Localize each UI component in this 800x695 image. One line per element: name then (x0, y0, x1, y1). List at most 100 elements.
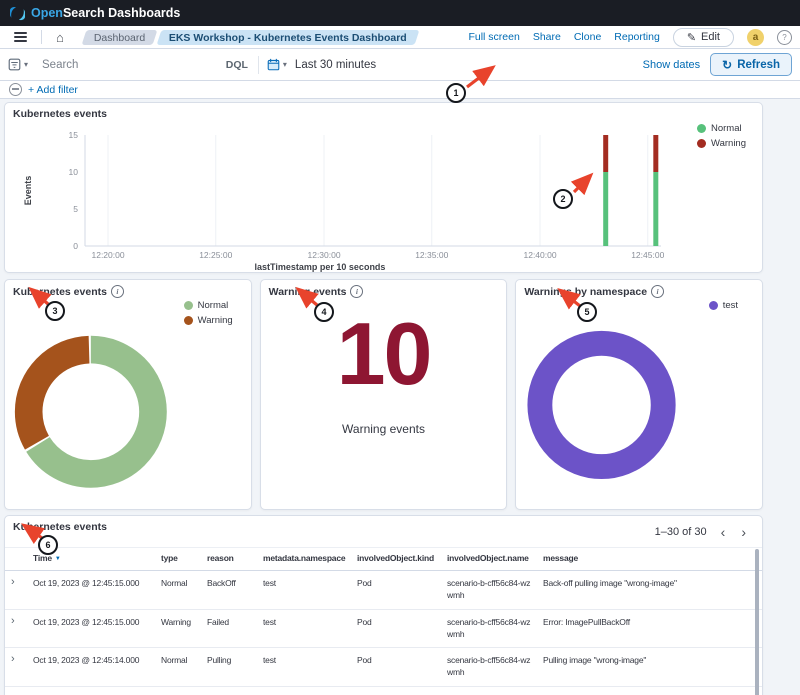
breadcrumb-current-dashboard[interactable]: EKS Workshop - Kubernetes Events Dashboa… (157, 30, 420, 45)
cell-reason: Failed (205, 610, 257, 636)
annotation-circle-6: 6 (38, 535, 58, 555)
chevron-right-icon[interactable]: › (739, 525, 748, 539)
menu-button[interactable] (8, 28, 33, 46)
home-icon: ⌂ (56, 31, 64, 44)
column-header-type[interactable]: type (159, 548, 201, 570)
cell-type: Warning (159, 610, 201, 636)
legend-label: Normal (198, 300, 229, 311)
opensearch-logo[interactable]: OpenSearch Dashboards (10, 6, 180, 21)
cell-message: Error: ImagePullBackOff (541, 610, 756, 636)
brand-text: OpenSearch Dashboards (31, 6, 180, 20)
legend-item[interactable]: Warning (184, 315, 233, 326)
column-header-involvedobject-name[interactable]: involvedObject.name (445, 548, 537, 570)
edit-button[interactable]: ✎ Edit (673, 28, 734, 47)
legend-item[interactable]: test (709, 300, 738, 311)
time-range-value[interactable]: Last 30 minutes (295, 59, 475, 71)
legend-dot-icon (697, 139, 706, 148)
legend-item[interactable]: Warning (697, 138, 746, 149)
cell-kind: Pod (355, 648, 441, 674)
refresh-button[interactable]: ↻ Refresh (710, 53, 792, 76)
help-icon[interactable]: ? (777, 30, 792, 45)
legend-dot-icon (709, 301, 718, 310)
home-button[interactable]: ⌂ (50, 29, 70, 46)
cell-reason: Pulling (205, 648, 257, 674)
middle-row: Kubernetes events i Normal Warning Warnin… (4, 279, 763, 510)
panel-title[interactable]: Kubernetes events i (13, 285, 124, 298)
legend-dot-icon (184, 316, 193, 325)
svg-text:12:35:00: 12:35:00 (415, 250, 448, 260)
legend-label: Warning (198, 315, 233, 326)
panel-warning-events-metric: Warning events i 10 Warning events (260, 279, 508, 510)
opensearch-dashboards-app: OpenSearch Dashboards ⌂ Dashboard EKS Wo… (0, 0, 800, 695)
annotation-circle-4: 4 (314, 302, 334, 322)
svg-text:0: 0 (73, 241, 78, 251)
svg-text:10: 10 (69, 167, 79, 177)
query-language-button[interactable]: DQL (216, 59, 258, 71)
namespace-donut-chart[interactable] (516, 280, 762, 509)
avatar[interactable]: a (747, 29, 764, 46)
row-expand-button[interactable]: › (7, 648, 27, 665)
opensearch-logo-icon (10, 6, 25, 21)
legend-dot-icon (697, 124, 706, 133)
legend-item[interactable]: Normal (184, 300, 233, 311)
cell-namespace: test (261, 687, 351, 695)
chevron-left-icon[interactable]: ‹ (719, 525, 728, 539)
reporting-link[interactable]: Reporting (614, 31, 660, 43)
cell-kind: Pod (355, 571, 441, 597)
svg-text:12:25:00: 12:25:00 (199, 250, 232, 260)
brand-dashboards: Dashboards (108, 6, 180, 20)
cell-time: Oct 19, 2023 @ 12:45:14.000 (31, 687, 155, 695)
cell-reason: BackOff (205, 571, 257, 597)
panel-title[interactable]: Kubernetes events (13, 521, 107, 533)
cell-objname: scenario-b-cff56c84-wzwmh (445, 571, 537, 609)
column-header-reason[interactable]: reason (205, 548, 257, 570)
cell-objname: scenario-b-cff56c84-wzwmh (445, 687, 537, 695)
search-input[interactable] (36, 59, 216, 71)
panel-kubernetes-events-table: Kubernetes events 1–30 of 30 ‹ › Time▼ty… (4, 515, 763, 695)
breadcrumb-dashboard[interactable]: Dashboard (81, 30, 157, 45)
cell-type: Normal (159, 571, 201, 597)
share-link[interactable]: Share (533, 31, 561, 43)
chevron-down-icon: ▾ (24, 60, 28, 69)
column-header-metadata-namespace[interactable]: metadata.namespace (261, 548, 351, 570)
saved-query-menu-button[interactable]: ▾ (8, 58, 36, 71)
filter-options-icon[interactable] (9, 83, 22, 96)
column-header-involvedobject-kind[interactable]: involvedObject.kind (355, 548, 441, 570)
expand-column-spacer (7, 548, 27, 558)
row-expand-button[interactable]: › (7, 687, 27, 695)
annotation-circle-5: 5 (577, 302, 597, 322)
events-histogram-chart[interactable]: 12:20:0012:25:0012:30:0012:35:0012:40:00… (5, 121, 764, 273)
cell-message: Pulling image "wrong-image" (541, 648, 756, 674)
row-expand-button[interactable]: › (7, 571, 27, 588)
pagination-range: 1–30 of 30 (655, 526, 707, 538)
cell-namespace: test (261, 648, 351, 674)
brand-open: Open (31, 6, 63, 20)
panel-title[interactable]: Warnings by namespace i (524, 285, 664, 298)
full-screen-link[interactable]: Full screen (468, 31, 519, 43)
refresh-icon: ↻ (722, 58, 732, 72)
legend-dot-icon (184, 301, 193, 310)
table-scrollbar[interactable] (755, 549, 759, 695)
quick-select-date-button[interactable]: ▾ (259, 58, 295, 71)
cell-message: Back-off pulling image "wrong-image" (541, 571, 756, 597)
info-icon[interactable]: i (651, 285, 664, 298)
panel-kubernetes-events-histogram: Kubernetes events 12:20:0012:25:0012:30:… (4, 102, 763, 273)
clone-link[interactable]: Clone (574, 31, 601, 43)
show-dates-link[interactable]: Show dates (643, 59, 700, 71)
svg-text:15: 15 (69, 130, 79, 140)
annotation-circle-3: 3 (45, 301, 65, 321)
cell-time: Oct 19, 2023 @ 12:45:14.000 (31, 648, 155, 674)
panel-title[interactable]: Kubernetes events (13, 108, 107, 120)
info-icon[interactable]: i (350, 285, 363, 298)
cell-objname: scenario-b-cff56c84-wzwmh (445, 610, 537, 648)
panel-title[interactable]: Warning events i (269, 285, 364, 298)
info-icon[interactable]: i (111, 285, 124, 298)
warning-events-metric: 10 Warning events (261, 280, 507, 509)
cell-namespace: test (261, 571, 351, 597)
column-header-message[interactable]: message (541, 548, 756, 570)
cell-time: Oct 19, 2023 @ 12:45:15.000 (31, 610, 155, 636)
legend-item[interactable]: Normal (697, 123, 746, 134)
add-filter-link[interactable]: + Add filter (28, 84, 78, 96)
cell-reason: Failed (205, 687, 257, 695)
row-expand-button[interactable]: › (7, 610, 27, 627)
